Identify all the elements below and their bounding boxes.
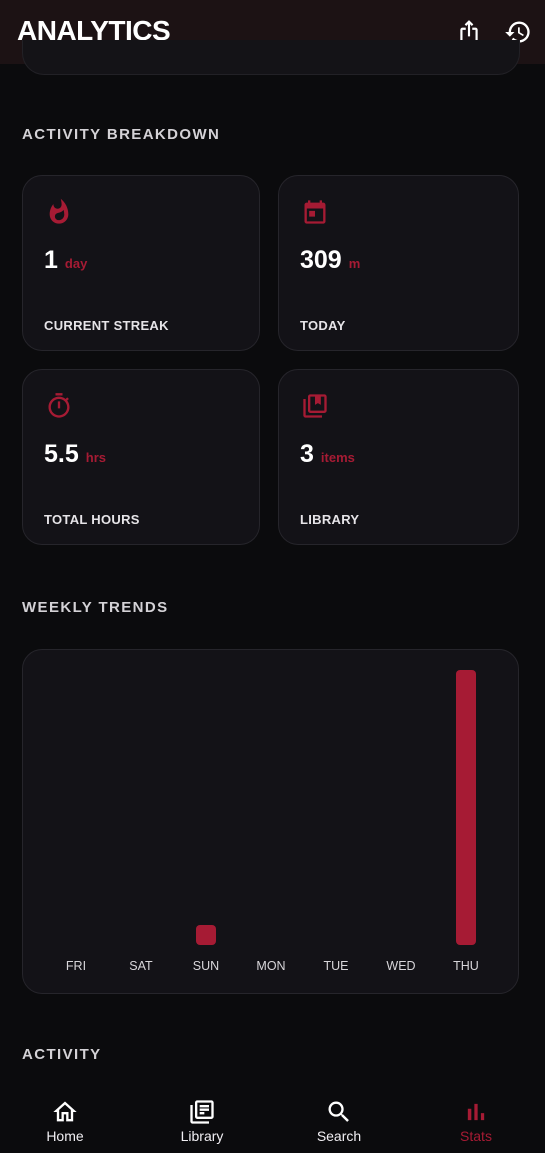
bar-chart-icon [462, 1098, 490, 1126]
fire-icon [49, 198, 69, 224]
nav-item-stats[interactable]: Stats [426, 1098, 526, 1144]
bar-sun [196, 925, 216, 945]
nav-label: Stats [460, 1128, 492, 1144]
stat-card-current-streak[interactable]: 1 day CURRENT STREAK [22, 175, 260, 351]
x-tick-label: TUE [324, 959, 349, 973]
stat-card-library[interactable]: 3 items LIBRARY [278, 369, 519, 545]
nav-item-home[interactable]: Home [15, 1098, 115, 1144]
stat-value: 309 [300, 246, 342, 274]
library-icon [188, 1098, 216, 1126]
stat-value: 1 [44, 246, 58, 274]
section-title-activity: ACTIVITY [22, 1046, 102, 1063]
library-books-icon [303, 394, 327, 418]
bar-chart: FRI SAT SUN MON TUE WED THU [66, 670, 479, 973]
stat-value-row: 5.5 hrs [44, 440, 106, 469]
stat-card-today[interactable]: 309 m TODAY [278, 175, 519, 351]
x-tick-label: MON [256, 959, 285, 973]
nav-item-library[interactable]: Library [152, 1098, 252, 1144]
stat-value-row: 309 m [300, 246, 360, 275]
nav-label: Library [180, 1128, 224, 1144]
previous-card [22, 40, 520, 75]
stat-label: TOTAL HOURS [44, 512, 140, 527]
stopwatch-icon [48, 393, 70, 418]
nav-label: Home [46, 1128, 84, 1144]
nav-item-search[interactable]: Search [289, 1098, 389, 1144]
stat-value: 5.5 [44, 440, 79, 468]
bar-thu [456, 670, 476, 945]
stat-label: LIBRARY [300, 512, 360, 527]
x-tick-label: WED [386, 959, 415, 973]
stat-label: CURRENT STREAK [44, 318, 169, 333]
stat-value: 3 [300, 440, 314, 468]
stat-unit: m [348, 256, 361, 271]
stat-unit: hrs [85, 450, 106, 465]
section-title-weekly-trends: WEEKLY TRENDS [22, 599, 169, 616]
stat-unit: day [64, 256, 88, 271]
x-tick-label: SUN [193, 959, 219, 973]
x-tick-label: SAT [129, 959, 153, 973]
home-icon [51, 1098, 79, 1126]
calendar-icon [304, 200, 326, 224]
stat-value-row: 3 items [300, 440, 355, 469]
x-tick-label: FRI [66, 959, 86, 973]
x-tick-label: THU [453, 959, 479, 973]
stat-label: TODAY [300, 318, 346, 333]
stat-value-row: 1 day [44, 246, 87, 275]
bottom-navigation: Home Library Search Stats [0, 1086, 545, 1153]
nav-label: Search [316, 1128, 362, 1144]
stat-unit: items [320, 450, 355, 465]
section-title-activity-breakdown: ACTIVITY BREAKDOWN [22, 126, 221, 143]
weekly-trends-chart: FRI SAT SUN MON TUE WED THU [22, 649, 519, 994]
stat-card-total-hours[interactable]: 5.5 hrs TOTAL HOURS [22, 369, 260, 545]
search-icon [325, 1098, 353, 1126]
